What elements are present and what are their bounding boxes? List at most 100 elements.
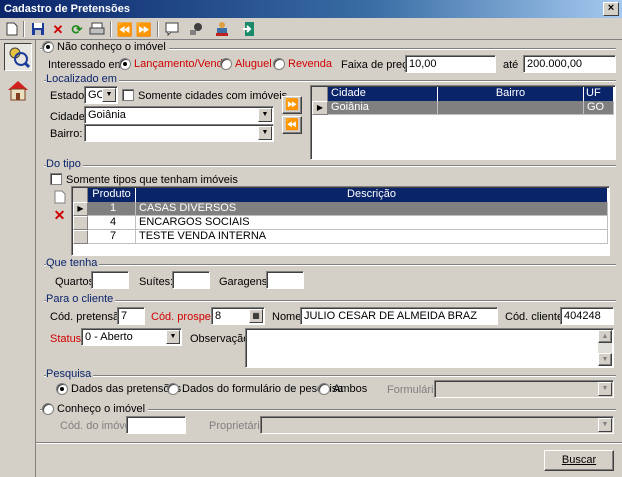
cidade-select[interactable]: Goiânia ▼ <box>84 106 274 124</box>
cliente-divider <box>44 300 616 301</box>
scroll-down-icon[interactable]: ▼ <box>598 353 612 366</box>
garagens-input[interactable] <box>266 271 304 289</box>
tools-icon[interactable] <box>187 20 205 38</box>
opt-ambos[interactable]: Ambos <box>318 383 367 395</box>
table-cell[interactable]: 4 <box>88 216 136 230</box>
bairro-select[interactable]: ▼ <box>84 124 274 142</box>
cidade-label: Cidade: <box>50 111 88 123</box>
tipo-title: Do tipo <box>46 158 83 170</box>
buscar-button[interactable]: Buscar <box>544 450 614 471</box>
row-indicator-icon: ▶ <box>73 202 88 216</box>
quetenha-divider <box>44 264 616 265</box>
garagens-label: Garagens: <box>219 276 271 288</box>
proprietario-select[interactable]: ▼ <box>260 416 614 434</box>
chevron-down-icon[interactable]: ▼ <box>102 88 116 102</box>
chevron-down-icon[interactable]: ▼ <box>598 418 612 432</box>
refresh-icon[interactable]: ⟳ <box>68 20 86 38</box>
new-type-button[interactable] <box>51 188 68 205</box>
scroll-up-icon[interactable]: ▲ <box>598 330 612 343</box>
preco-min-input[interactable]: 10,00 <box>405 55 496 73</box>
somente-cidades-checkbox[interactable] <box>122 89 134 101</box>
chevron-down-icon[interactable]: ▼ <box>258 108 272 122</box>
grid-header-bairro[interactable]: Bairro <box>438 87 584 101</box>
quartos-input[interactable] <box>91 271 129 289</box>
estado-select[interactable]: GO ▼ <box>84 86 118 104</box>
message-icon[interactable] <box>163 20 181 38</box>
lookup-icon[interactable]: ▦ <box>249 309 263 323</box>
delete-icon[interactable]: ✕ <box>49 20 67 38</box>
table-cell[interactable]: 1 <box>88 202 136 216</box>
dados-formulario-radio[interactable] <box>167 383 179 395</box>
house-icon[interactable] <box>4 76 32 104</box>
revenda-radio[interactable] <box>273 58 285 70</box>
exit-icon[interactable] <box>240 20 258 38</box>
last-record-icon[interactable]: ⏩ <box>135 20 153 38</box>
print-icon[interactable] <box>88 20 106 38</box>
location-grid[interactable]: Cidade Bairro UF ▶ Goiânia GO <box>310 85 616 160</box>
delete-icon: ✕ <box>53 207 66 223</box>
mode-conheco[interactable]: Conheço o imóvel <box>42 403 149 415</box>
table-cell[interactable]: 7 <box>88 230 136 244</box>
cod-imovel-input[interactable] <box>126 416 186 434</box>
table-cell[interactable]: GO <box>584 101 614 115</box>
lancamento-label: Lançamento/Venda <box>134 58 229 70</box>
cod-prospect-input[interactable]: 8 ▦ <box>211 307 265 325</box>
users-icon[interactable] <box>213 20 231 38</box>
opt-lancamento[interactable]: Lançamento/Venda <box>119 58 229 70</box>
preco-max-input[interactable]: 200.000,00 <box>523 55 616 73</box>
grid-corner <box>73 188 88 202</box>
cod-imovel-label: Cód. do imóvel: <box>60 420 137 432</box>
suites-input[interactable] <box>172 271 210 289</box>
observacao-textarea[interactable]: ▲ ▼ <box>245 328 614 368</box>
revenda-label: Revenda <box>288 58 333 70</box>
nao-conheco-label: Não conheço o imóvel <box>57 41 166 53</box>
somente-tipos-checkbox[interactable] <box>50 173 62 185</box>
formulario-select[interactable]: ▼ <box>434 380 614 398</box>
nao-conheco-radio[interactable] <box>42 41 54 53</box>
aluguel-radio[interactable] <box>220 58 232 70</box>
table-cell[interactable]: CASAS DIVERSOS <box>136 202 608 216</box>
chevron-down-icon[interactable]: ▼ <box>166 330 180 344</box>
first-record-icon[interactable]: ⏪ <box>116 20 134 38</box>
new-icon[interactable] <box>3 20 21 38</box>
scrollbar[interactable]: ▲ ▼ <box>598 330 612 366</box>
window-title-bar: Cadastro de Pretensões <box>0 0 622 18</box>
opt-revenda[interactable]: Revenda <box>273 58 332 70</box>
save-icon[interactable] <box>29 20 47 38</box>
cod-cliente-input[interactable]: 404248 <box>560 307 614 325</box>
tipo-grid[interactable]: Produto Descrição ▶ 1 CASAS DIVERSOS 4 E… <box>71 186 610 256</box>
dados-pretensoes-radio[interactable] <box>56 383 68 395</box>
ambos-radio[interactable] <box>318 383 330 395</box>
remove-location-button[interactable]: ⏪ <box>282 116 302 134</box>
toolbar-separator <box>110 21 112 37</box>
opt-aluguel[interactable]: Aluguel <box>220 58 272 70</box>
chevron-down-icon[interactable]: ▼ <box>258 126 272 140</box>
lancamento-radio[interactable] <box>119 58 131 70</box>
dados-pretensoes-label: Dados das pretensões <box>71 383 182 395</box>
row-indicator <box>73 216 88 230</box>
conheco-radio[interactable] <box>42 403 54 415</box>
chevron-down-icon[interactable]: ▼ <box>598 382 612 396</box>
grid-header-uf[interactable]: UF <box>584 87 614 101</box>
table-cell[interactable]: TESTE VENDA INTERNA <box>136 230 608 244</box>
opt-dados-pretensoes[interactable]: Dados das pretensões <box>56 383 181 395</box>
toolbar-separator <box>157 21 159 37</box>
status-select[interactable]: 0 - Aberto ▼ <box>81 328 182 346</box>
new-icon <box>54 190 65 203</box>
grid-header-descricao[interactable]: Descrição <box>136 188 608 202</box>
mode-nao-conheco[interactable]: Não conheço o imóvel <box>42 41 169 53</box>
toolbar: ✕ ⟳ ⏪ ⏩ <box>0 18 622 40</box>
nome-input[interactable]: JULIO CESAR DE ALMEIDA BRAZ <box>300 307 498 325</box>
grid-header-cidade[interactable]: Cidade <box>328 87 438 101</box>
close-button[interactable]: × <box>603 2 619 16</box>
search-person-icon[interactable] <box>4 43 32 71</box>
table-cell[interactable]: Goiânia <box>328 101 438 115</box>
grid-header-produto[interactable]: Produto <box>88 188 136 202</box>
table-cell[interactable]: ENCARGOS SOCIAIS <box>136 216 608 230</box>
opt-dados-formulario[interactable]: Dados do formulário de pesquisa <box>167 383 343 395</box>
cod-pretensao-input[interactable]: 7 <box>117 307 145 325</box>
add-location-button[interactable]: ⏩ <box>282 96 302 114</box>
table-cell[interactable] <box>438 101 584 115</box>
delete-type-button[interactable]: ✕ <box>51 207 68 224</box>
localizado-divider <box>44 80 616 81</box>
